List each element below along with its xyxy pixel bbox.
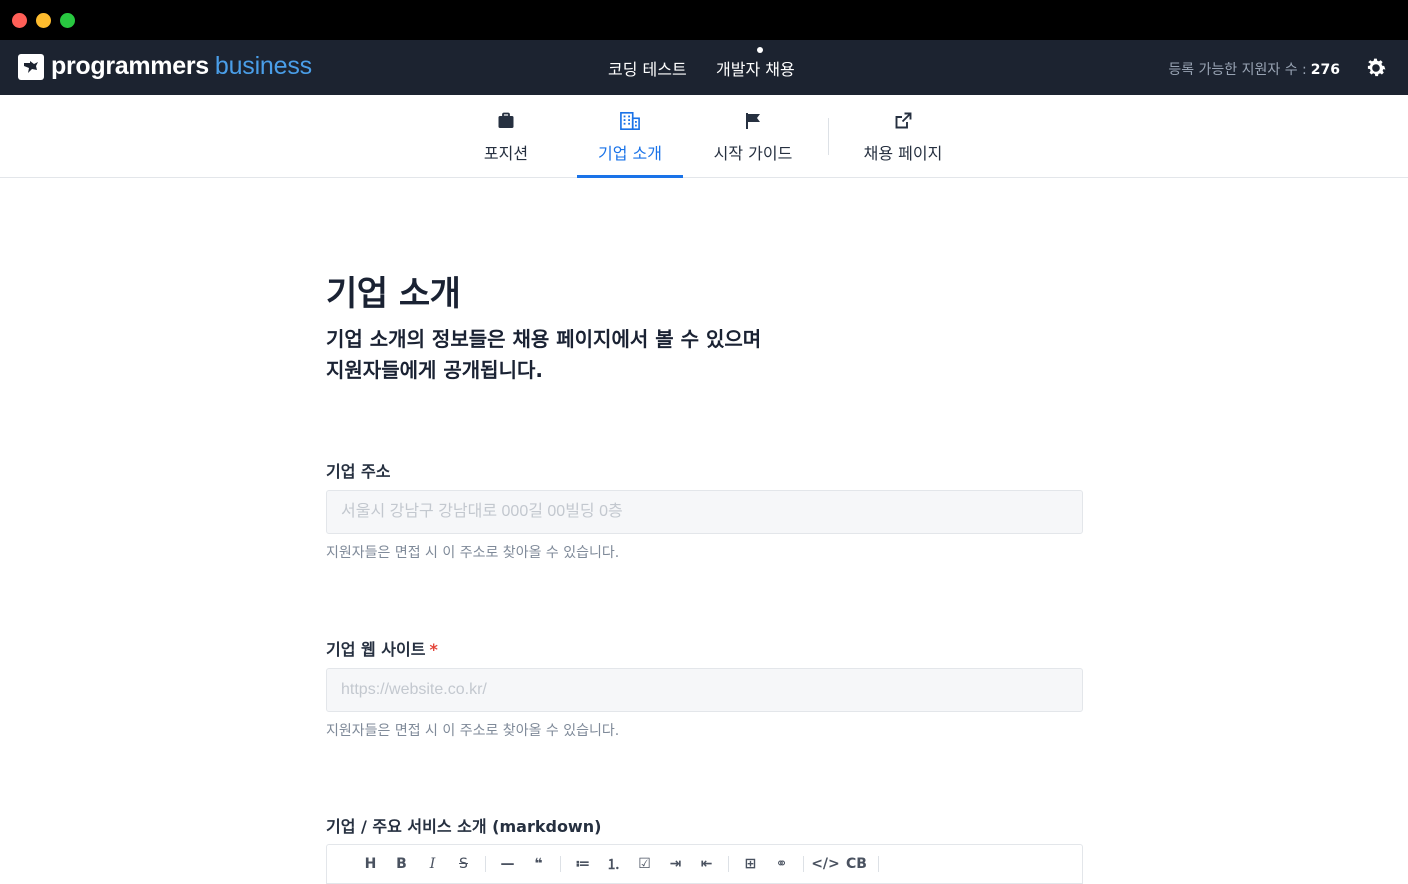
applicants-counter: 등록 가능한 지원자 수 :276 xyxy=(1168,59,1340,79)
code-button[interactable]: </> xyxy=(810,850,841,878)
task-list-button[interactable]: ☑ xyxy=(629,850,660,878)
page-description: 기업 소개의 정보들은 채용 페이지에서 볼 수 있으며 지원자들에게 공개됩니… xyxy=(326,324,761,386)
tab-positions[interactable]: 포지션 xyxy=(470,95,542,178)
address-label: 기업 주소 xyxy=(326,462,391,481)
indent-button[interactable]: ⇥ xyxy=(660,850,691,878)
website-label-text: 기업 웹 사이트 xyxy=(326,640,426,659)
building-icon xyxy=(620,111,640,131)
intro-label: 기업 / 주요 서비스 소개 (markdown) xyxy=(326,817,602,836)
tab-recruit-page[interactable]: 채용 페이지 xyxy=(850,95,956,178)
sub-navigation: 포지션 기업 소개 시작 가이드 채용 페이지 xyxy=(0,95,1408,178)
website-input[interactable] xyxy=(326,668,1083,712)
link-button[interactable]: ⚭ xyxy=(766,850,797,878)
website-label: 기업 웹 사이트 * xyxy=(326,636,438,660)
window-titlebar xyxy=(0,0,1408,40)
italic-button[interactable]: I xyxy=(417,850,448,878)
required-mark: * xyxy=(429,640,438,659)
tab-positions-label: 포지션 xyxy=(483,144,529,163)
quote-button[interactable]: ❝ xyxy=(523,850,554,878)
heading-button[interactable]: H xyxy=(355,850,386,878)
toolbar-divider xyxy=(878,856,879,872)
brand-name: programmers xyxy=(51,52,209,80)
applicants-label: 등록 가능한 지원자 수 : xyxy=(1168,62,1307,78)
applicants-count: 276 xyxy=(1310,62,1340,78)
markdown-toolbar: H B I S — ❝ ≔ ⒈ ☑ ⇥ ⇤ ⊞ ⚭ </> CB xyxy=(326,844,1083,884)
tab-company-intro[interactable]: 기업 소개 xyxy=(577,95,683,178)
nav-link-developer-hiring[interactable]: 개발자 채용 xyxy=(716,56,795,80)
outdent-button[interactable]: ⇤ xyxy=(691,850,722,878)
briefcase-icon xyxy=(496,111,516,131)
toolbar-divider xyxy=(560,856,561,872)
flag-icon xyxy=(743,111,763,131)
tab-divider xyxy=(828,118,829,155)
page-description-line1: 기업 소개의 정보들은 채용 페이지에서 볼 수 있으며 xyxy=(326,327,762,351)
bold-button[interactable]: B xyxy=(386,850,417,878)
address-input[interactable] xyxy=(326,490,1083,534)
gear-icon[interactable] xyxy=(1364,56,1388,80)
numbered-list-button[interactable]: ⒈ xyxy=(598,850,629,878)
top-navigation: programmers business 코딩 테스트 개발자 채용 등록 가능… xyxy=(0,40,1408,95)
brand-logo-link[interactable]: programmers business xyxy=(18,52,312,81)
tab-company-intro-label: 기업 소개 xyxy=(598,144,662,163)
table-button[interactable]: ⊞ xyxy=(735,850,766,878)
toolbar-divider xyxy=(803,856,804,872)
window-minimize-button[interactable] xyxy=(36,13,51,28)
nav-link-coding-test[interactable]: 코딩 테스트 xyxy=(608,56,687,80)
window-close-button[interactable] xyxy=(12,13,27,28)
external-link-icon xyxy=(893,111,913,131)
brand-sub: business xyxy=(214,52,312,80)
tab-start-guide-label: 시작 가이드 xyxy=(713,144,793,163)
tab-start-guide[interactable]: 시작 가이드 xyxy=(702,95,804,178)
strikethrough-button[interactable]: S xyxy=(448,850,479,878)
horizontal-rule-button[interactable]: — xyxy=(492,850,523,878)
logo-icon xyxy=(18,53,44,80)
nav-active-indicator xyxy=(757,47,763,53)
window-maximize-button[interactable] xyxy=(60,13,75,28)
address-help: 지원자들은 면접 시 이 주소로 찾아올 수 있습니다. xyxy=(326,545,620,561)
page-description-line2: 지원자들에게 공개됩니다. xyxy=(326,358,543,382)
codeblock-button[interactable]: CB xyxy=(841,850,872,878)
page-title: 기업 소개 xyxy=(326,274,461,314)
toolbar-divider xyxy=(485,856,486,872)
bullet-list-button[interactable]: ≔ xyxy=(567,850,598,878)
website-help: 지원자들은 면접 시 이 주소로 찾아올 수 있습니다. xyxy=(326,723,620,739)
tab-recruit-page-label: 채용 페이지 xyxy=(863,144,943,163)
toolbar-divider xyxy=(728,856,729,872)
